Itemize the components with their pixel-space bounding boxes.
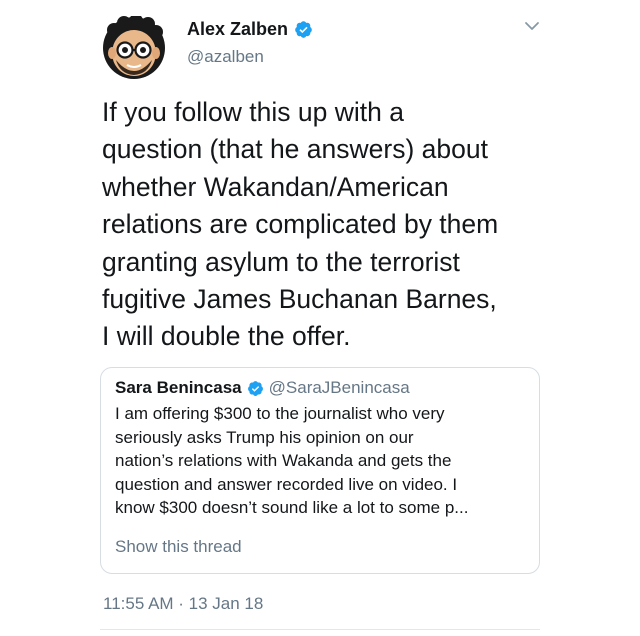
chevron-down-icon[interactable] bbox=[522, 18, 542, 34]
tweet-card: Alex Zalben @azalben If you follow this … bbox=[0, 0, 640, 636]
divider bbox=[100, 629, 540, 630]
avatar[interactable] bbox=[102, 14, 166, 80]
quoted-author-name: Sara Benincasa bbox=[115, 378, 242, 397]
quoted-tweet-card[interactable]: Sara Benincasa @SaraJBenincasa I am offe… bbox=[100, 367, 540, 574]
tweet-timestamp[interactable]: 11:55 AM · 13 Jan 18 bbox=[103, 594, 263, 614]
tweet-text: If you follow this up with a question (t… bbox=[102, 97, 499, 352]
author-handle[interactable]: @azalben bbox=[187, 46, 264, 68]
verified-badge-icon bbox=[295, 20, 312, 38]
quoted-tweet-header: Sara Benincasa @SaraJBenincasa bbox=[115, 378, 410, 398]
quoted-author-handle: @SaraJBenincasa bbox=[268, 378, 410, 397]
cartoon-face-with-glasses-icon bbox=[103, 14, 165, 79]
verified-badge-icon bbox=[247, 380, 263, 396]
quoted-tweet-text: I am offering $300 to the journalist who… bbox=[115, 404, 469, 517]
author-display-name[interactable]: Alex Zalben bbox=[187, 17, 288, 41]
author-name-row[interactable]: Alex Zalben bbox=[187, 17, 313, 41]
show-thread-link[interactable]: Show this thread bbox=[115, 537, 242, 557]
